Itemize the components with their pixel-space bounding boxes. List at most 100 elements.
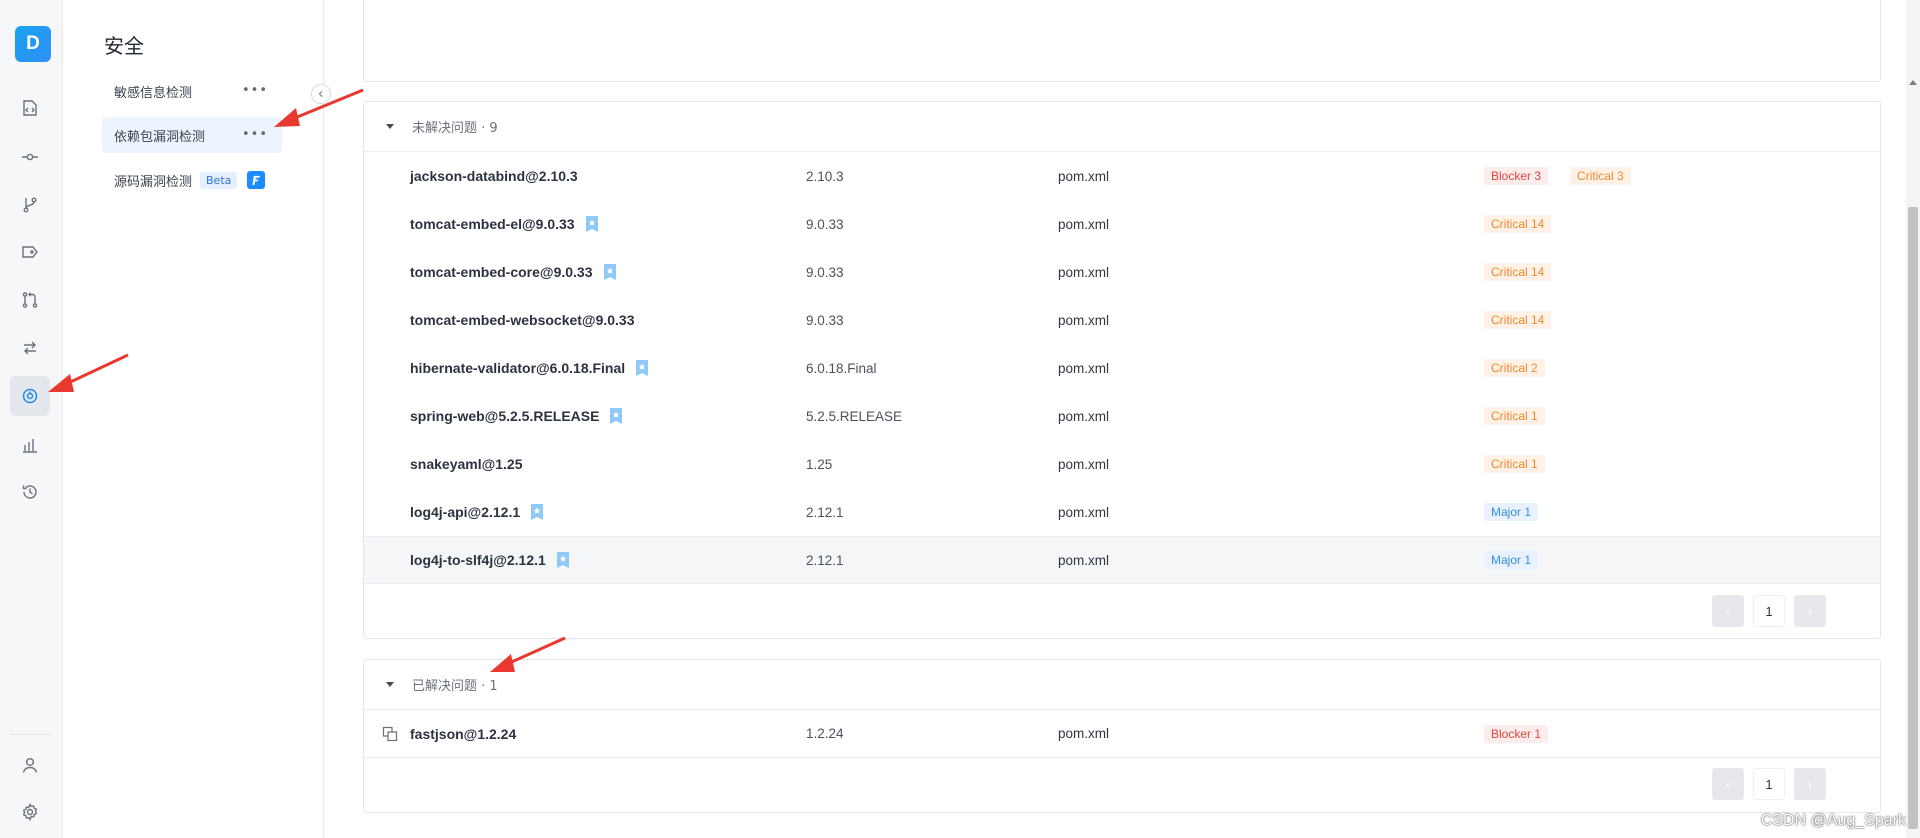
security-scan-icon[interactable] [10,376,50,416]
user-icon[interactable] [10,745,50,785]
pull-request-icon[interactable] [10,280,50,320]
table-row[interactable]: log4j-api@2.12.1 2.12.1 pom.xml Major 1 [364,488,1880,536]
severity-badges: Blocker 1 [1484,724,1549,743]
page-title: 安全 [104,34,144,58]
table-row[interactable]: tomcat-embed-core@9.0.33 9.0.33 pom.xml … [364,248,1880,296]
unresolved-pagination: ‹ 1 › [1712,595,1826,627]
page-number-button[interactable]: 1 [1753,768,1785,800]
table-row[interactable]: spring-web@5.2.5.RELEASE 5.2.5.RELEASE p… [364,392,1880,440]
more-icon[interactable]: ••• [242,84,268,97]
package-name[interactable]: tomcat-embed-core@9.0.33 [410,264,617,280]
table-row[interactable]: fastjson@1.2.24 1.2.24 pom.xml Blocker 1 [364,710,1880,758]
bookmark-star-icon [585,216,599,232]
prev-page-button[interactable]: ‹ [1712,768,1744,800]
icon-rail: D [0,0,63,838]
security-subnav: 安全 敏感信息检测 ••• 依赖包漏洞检测 ••• 源码漏洞检测 Beta [64,0,331,838]
package-name[interactable]: hibernate-validator@6.0.18.Final [410,360,649,376]
next-page-button[interactable]: › [1794,768,1826,800]
resolved-title: 已解决问题 · 1 [412,679,498,694]
code-icon[interactable] [10,88,50,128]
severity-badge: Major 1 [1484,503,1539,521]
package-version: 2.10.3 [806,168,844,184]
subnav-item-dependency-vuln[interactable]: 依赖包漏洞检测 ••• [102,117,282,153]
package-name[interactable]: log4j-api@2.12.1 [410,504,544,520]
prev-page-button[interactable]: ‹ [1712,595,1744,627]
severity-badges: Major 1 [1484,551,1539,569]
package-version: 5.2.5.RELEASE [806,408,903,424]
severity-badges: Critical 14 [1484,311,1552,329]
resolved-header[interactable]: 已解决问题 · 1 [364,660,1880,710]
severity-badge: Critical 3 [1570,167,1631,185]
chevron-left-icon [318,90,323,98]
bookmark-star-icon [556,552,570,568]
table-row[interactable]: tomcat-embed-el@9.0.33 9.0.33 pom.xml Cr… [364,200,1880,248]
package-version: 9.0.33 [806,264,844,280]
caret-down-icon[interactable] [386,124,394,129]
severity-badge: Blocker 1 [1484,724,1549,743]
more-icon[interactable]: ••• [242,128,268,141]
gear-icon[interactable] [10,792,50,832]
table-row[interactable]: hibernate-validator@6.0.18.Final 6.0.18.… [364,344,1880,392]
bookmark-star-icon [635,360,649,376]
unresolved-header[interactable]: 未解决问题 · 9 [364,102,1880,152]
package-name[interactable]: fastjson@1.2.24 [410,726,516,742]
severity-badges: Critical 1 [1484,455,1545,473]
package-name[interactable]: tomcat-embed-el@9.0.33 [410,216,599,232]
package-version: 1.2.24 [806,726,844,741]
table-row[interactable]: log4j-to-slf4j@2.12.1 2.12.1 pom.xml Maj… [364,536,1880,584]
page-number-button[interactable]: 1 [1753,595,1785,627]
commit-icon[interactable] [10,137,50,177]
severity-badge: Major 1 [1484,551,1539,569]
resolved-issues-panel: 已解决问题 · 1 fastjson@1.2.24 1.2.24 pom.xml… [363,659,1881,813]
subnav-item-sensitive-info[interactable]: 敏感信息检测 ••• [102,73,282,109]
unresolved-title: 未解决问题 · 9 [412,121,498,136]
rail-divider [10,734,52,735]
scrollbar-thumb[interactable] [1908,207,1918,829]
branch-icon[interactable] [10,185,50,225]
package-name[interactable]: snakeyaml@1.25 [410,456,523,472]
package-name[interactable]: jackson-databind@2.10.3 [410,168,578,184]
subnav-item-label: 依赖包漏洞检测 [114,129,206,145]
severity-badge: Critical 1 [1484,407,1545,425]
package-name[interactable]: spring-web@5.2.5.RELEASE [410,408,623,424]
manifest-file: pom.xml [1058,168,1110,184]
unresolved-issues-panel: 未解决问题 · 9 jackson-databind@2.10.3 2.10.3… [363,101,1881,639]
caret-down-icon[interactable] [386,682,394,687]
feature-flag-icon[interactable] [247,171,266,189]
collapse-sidebar-button[interactable] [311,84,331,104]
manifest-file: pom.xml [1058,726,1110,741]
package-version: 9.0.33 [806,216,844,232]
bookmark-star-icon [603,264,617,280]
table-row[interactable]: jackson-databind@2.10.3 2.10.3 pom.xml B… [364,152,1880,200]
resolved-pagination: ‹ 1 › [1712,768,1826,800]
workspace-logo[interactable]: D [15,26,51,62]
package-name[interactable]: log4j-to-slf4j@2.12.1 [410,552,570,568]
page-scrollbar[interactable] [1906,0,1920,838]
subnav-item-label: 源码漏洞检测 [114,174,193,190]
package-version: 2.12.1 [806,504,844,520]
severity-badge: Critical 14 [1484,311,1552,329]
manifest-file: pom.xml [1058,456,1110,472]
table-row[interactable]: snakeyaml@1.25 1.25 pom.xml Critical 1 [364,440,1880,488]
previous-panel-bottom [363,0,1881,82]
chart-icon[interactable] [10,425,50,465]
unresolved-rows: jackson-databind@2.10.3 2.10.3 pom.xml B… [364,152,1880,584]
package-version: 1.25 [806,456,833,472]
severity-badge: Critical 14 [1484,263,1552,281]
table-row[interactable]: tomcat-embed-websocket@9.0.33 9.0.33 pom… [364,296,1880,344]
severity-badges: Blocker 3 Critical 3 [1484,167,1631,185]
tag-icon[interactable] [10,232,50,272]
manifest-file: pom.xml [1058,552,1110,568]
compare-icon[interactable] [10,328,50,368]
beta-badge: Beta [200,171,238,189]
scroll-up-icon[interactable] [1909,80,1917,85]
manifest-file: pom.xml [1058,264,1110,280]
severity-badge: Critical 1 [1484,455,1545,473]
package-version: 9.0.33 [806,312,844,328]
package-name[interactable]: tomcat-embed-websocket@9.0.33 [410,312,635,328]
severity-badges: Critical 1 [1484,407,1545,425]
history-icon[interactable] [10,472,50,512]
severity-badges: Major 1 [1484,503,1539,521]
subnav-item-source-vuln[interactable]: 源码漏洞检测 Beta [102,162,282,198]
next-page-button[interactable]: › [1794,595,1826,627]
